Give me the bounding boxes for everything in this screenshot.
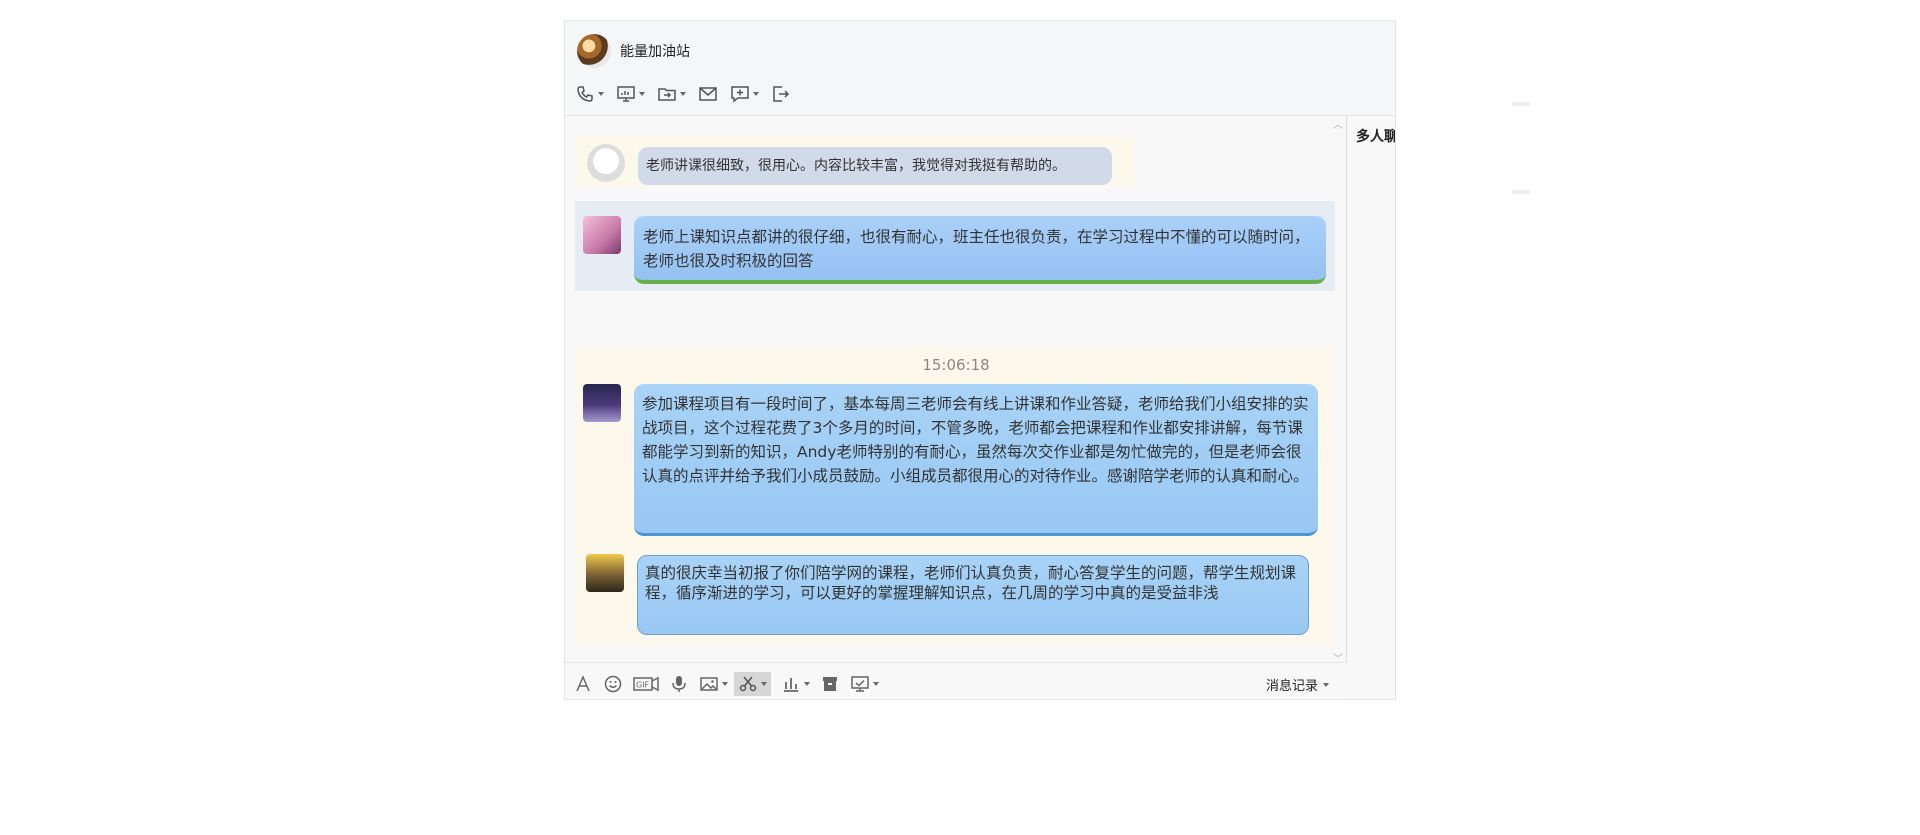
- divider: [1346, 116, 1347, 699]
- message-bubble[interactable]: 真的很庆幸当初报了你们陪学网的课程，老师们认真负责，耐心答复学生的问题，帮学生规…: [637, 555, 1309, 635]
- title-bar: 能量加油站: [565, 21, 1395, 116]
- message-add-icon: [731, 86, 749, 103]
- message-bubble[interactable]: 老师讲课很细致，很用心。内容比较丰富，我觉得对我挺有帮助的。: [638, 147, 1112, 185]
- vote-button[interactable]: [781, 674, 810, 694]
- font-icon: [576, 675, 590, 692]
- timestamp: 15:06:18: [922, 356, 990, 374]
- mail-button[interactable]: [698, 84, 718, 104]
- screenshot-button[interactable]: [734, 672, 771, 696]
- input-tools: GIF: [573, 672, 889, 696]
- message-add-button[interactable]: [730, 84, 759, 104]
- more-caret-icon: [873, 682, 879, 686]
- message-list[interactable]: ︿ 老师讲课很细致，很用心。内容比较丰富，我觉得对我挺有帮助的。 老师上课知识点…: [565, 116, 1347, 662]
- delete-button[interactable]: [820, 674, 840, 694]
- file-transfer-icon: [658, 88, 676, 101]
- screenshot-caret-icon: [761, 682, 767, 686]
- phone-button[interactable]: [575, 84, 604, 104]
- screenshot-icon: [739, 676, 757, 692]
- message-bubble[interactable]: 参加课程项目有一段时间了，基本每周三老师会有线上讲课和作业答疑，老师给我们小组安…: [634, 384, 1318, 536]
- message-history-label: 消息记录: [1265, 679, 1318, 694]
- message-history-button[interactable]: 消息记录: [1266, 675, 1329, 694]
- file-transfer-button[interactable]: [657, 84, 686, 104]
- emoji-icon: [604, 675, 622, 693]
- image-button[interactable]: [699, 674, 728, 694]
- group-avatar[interactable]: [577, 34, 611, 68]
- image-caret-icon: [722, 682, 728, 686]
- vote-caret-icon: [804, 682, 810, 686]
- mail-icon: [699, 87, 717, 101]
- exit-button[interactable]: [771, 84, 791, 104]
- voice-button[interactable]: [669, 674, 689, 694]
- input-toolbar: GIF 消息记录: [565, 662, 1347, 699]
- gif-icon: GIF: [633, 676, 659, 692]
- screen-share-button[interactable]: [616, 84, 645, 104]
- more-icon: [851, 676, 869, 692]
- history-caret-icon: [1323, 682, 1329, 687]
- offscreen-marker-top: [1512, 102, 1530, 106]
- avatar[interactable]: [587, 144, 625, 182]
- avatar[interactable]: [583, 384, 621, 422]
- emoji-button[interactable]: [603, 674, 623, 694]
- offscreen-marker-bottom: [1512, 190, 1530, 194]
- message-bubble[interactable]: 老师上课知识点都讲的很仔细，也很有耐心，班主任也很负责，在学习过程中不懂的可以随…: [634, 216, 1326, 284]
- gif-button[interactable]: GIF: [633, 674, 659, 694]
- svg-text:GIF: GIF: [636, 681, 650, 690]
- chat-window: 能量加油站 ︿ 老师讲课很细致，很用心。内容比较丰富，我觉得对我挺有帮助的。 老…: [564, 20, 1396, 700]
- top-toolbar: [575, 81, 803, 107]
- scroll-up-icon[interactable]: ︿: [1333, 116, 1343, 131]
- screen-share-icon: [617, 86, 635, 102]
- group-name[interactable]: 能量加油站: [620, 41, 690, 61]
- phone-caret-icon: [598, 92, 604, 96]
- file-transfer-caret-icon: [680, 92, 686, 96]
- message-add-caret-icon: [753, 92, 759, 96]
- vote-icon: [784, 678, 798, 692]
- more-button[interactable]: [850, 674, 879, 694]
- font-button[interactable]: [573, 674, 593, 694]
- phone-icon: [577, 86, 593, 102]
- avatar[interactable]: [586, 554, 624, 592]
- side-panel-title: 多人聊: [1356, 129, 1396, 145]
- delete-icon: [823, 677, 837, 691]
- voice-icon: [672, 676, 686, 692]
- screen-share-caret-icon: [639, 92, 645, 96]
- image-icon: [700, 677, 718, 691]
- exit-icon: [773, 86, 790, 102]
- scroll-down-icon[interactable]: ﹀: [1333, 650, 1343, 662]
- side-panel: 多人聊: [1348, 116, 1396, 699]
- avatar[interactable]: [583, 216, 621, 254]
